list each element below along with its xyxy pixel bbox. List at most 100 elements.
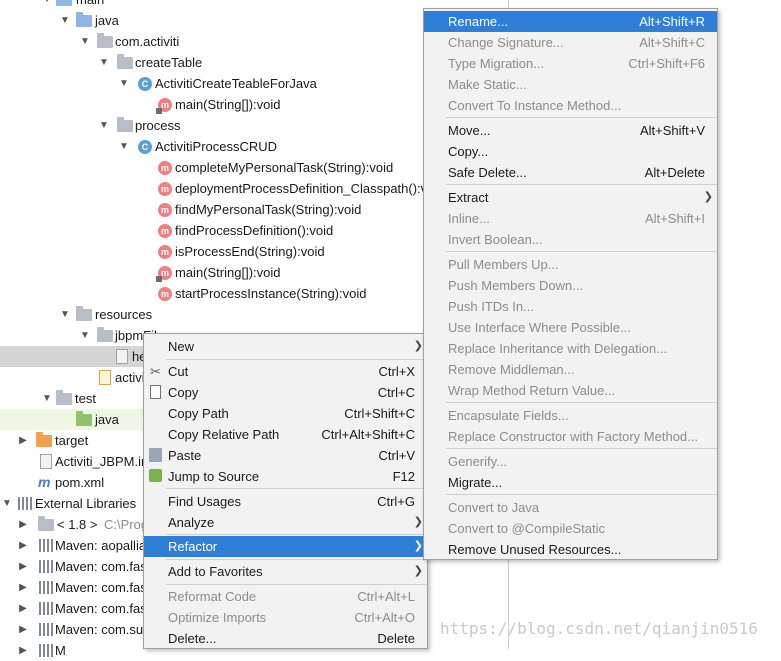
chevron-right-icon[interactable]: ▶ (16, 619, 30, 640)
menu-item-change-signature[interactable]: Change Signature... Alt+Shift+C (424, 32, 717, 53)
tree-label: createTable (135, 55, 203, 70)
chevron-down-icon[interactable]: ▼ (97, 52, 111, 73)
menu-separator (166, 359, 427, 360)
tree-node-method[interactable]: m main(String[]):void (0, 94, 430, 115)
package-icon (97, 33, 113, 48)
context-menu[interactable]: New ❯ ✂ Cut Ctrl+X Copy Ctrl+C Copy Path… (143, 333, 428, 649)
menu-item-jump-to-source[interactable]: Jump to Source F12 (144, 466, 427, 487)
menu-item-new[interactable]: New ❯ (144, 336, 427, 357)
chevron-right-icon[interactable]: ▶ (16, 514, 30, 535)
menu-item-label: Rename... (448, 14, 508, 29)
menu-item-label: Copy... (448, 144, 489, 159)
chevron-down-icon[interactable]: ▼ (58, 10, 72, 31)
menu-item-label: Convert To Instance Method... (448, 98, 622, 113)
tree-node-main[interactable]: ▼ main (0, 0, 430, 10)
menu-item-copy[interactable]: Copy... (424, 141, 717, 162)
menu-item-pull-members-up[interactable]: Pull Members Up... (424, 254, 717, 275)
chevron-down-icon[interactable]: ▼ (117, 73, 131, 94)
tree-node-createtable[interactable]: ▼ createTable (0, 52, 430, 73)
tree-node-process[interactable]: ▼ process (0, 115, 430, 136)
menu-item-find-usages[interactable]: Find Usages Ctrl+G (144, 491, 427, 512)
tree-label: resources (95, 307, 153, 322)
menu-item-remove-unused-resources[interactable]: Remove Unused Resources... (424, 539, 717, 560)
tree-label: M (55, 643, 66, 658)
tree-node-method[interactable]: m isProcessEnd(String):void (0, 241, 430, 262)
menu-item-convert-to-java[interactable]: Convert to Java (424, 497, 717, 518)
chevron-right-icon[interactable]: ▶ (16, 430, 30, 451)
chevron-right-icon[interactable]: ▶ (16, 535, 30, 556)
menu-item-push-members-down[interactable]: Push Members Down... (424, 275, 717, 296)
menu-separator (166, 559, 427, 560)
menu-item-add-to-favorites[interactable]: Add to Favorites ❯ (144, 561, 427, 582)
menu-item-convert-to-instance[interactable]: Convert To Instance Method... (424, 95, 717, 116)
file-icon (116, 349, 128, 364)
menu-item-optimize-imports[interactable]: Optimize Imports Ctrl+Alt+O (144, 607, 427, 628)
tree-label: Maven: com.fas (55, 559, 147, 574)
chevron-down-icon[interactable]: ▼ (40, 388, 54, 409)
menu-item-encapsulate-fields[interactable]: Encapsulate Fields... (424, 405, 717, 426)
menu-item-inline[interactable]: Inline... Alt+Shift+I (424, 208, 717, 229)
tree-node-method[interactable]: m completeMyPersonalTask(String):void (0, 157, 430, 178)
menu-item-copy-relative-path[interactable]: Copy Relative Path Ctrl+Alt+Shift+C (144, 424, 427, 445)
menu-item-move[interactable]: Move... Alt+Shift+V (424, 120, 717, 141)
menu-item-label: Analyze (168, 515, 215, 530)
shortcut-label: F12 (392, 469, 415, 484)
menu-item-analyze[interactable]: Analyze ❯ (144, 512, 427, 533)
shortcut-label: Alt+Shift+V (639, 123, 705, 138)
chevron-down-icon[interactable]: ▼ (117, 136, 131, 157)
menu-item-rename[interactable]: Rename... Alt+Shift+R (424, 11, 717, 32)
tree-node-java[interactable]: ▼ java (0, 10, 430, 31)
tree-node-class[interactable]: ▼ C ActivitiProcessCRUD (0, 136, 430, 157)
menu-item-make-static[interactable]: Make Static... (424, 74, 717, 95)
tree-node-method[interactable]: m findProcessDefinition():void (0, 220, 430, 241)
menu-item-type-migration[interactable]: Type Migration... Ctrl+Shift+F6 (424, 53, 717, 74)
tree-node-method[interactable]: m main(String[]):void (0, 262, 430, 283)
menu-item-replace-inheritance[interactable]: Replace Inheritance with Delegation... (424, 338, 717, 359)
tree-node-method[interactable]: m findMyPersonalTask(String):void (0, 199, 430, 220)
chevron-down-icon[interactable]: ▼ (58, 304, 72, 325)
menu-item-invert-boolean[interactable]: Invert Boolean... (424, 229, 717, 250)
menu-item-extract[interactable]: Extract ❯ (424, 187, 717, 208)
menu-item-safe-delete[interactable]: Safe Delete... Alt+Delete (424, 162, 717, 183)
menu-item-label: Add to Favorites (168, 564, 263, 579)
chevron-down-icon[interactable]: ▼ (78, 31, 92, 52)
menu-item-refactor[interactable]: Refactor ❯ (144, 536, 427, 557)
menu-item-replace-constructor[interactable]: Replace Constructor with Factory Method.… (424, 426, 717, 447)
tree-node-resources[interactable]: ▼ resources (0, 304, 430, 325)
menu-item-cut[interactable]: ✂ Cut Ctrl+X (144, 361, 427, 382)
chevron-right-icon[interactable]: ▶ (16, 640, 30, 661)
chevron-right-icon[interactable]: ▶ (16, 556, 30, 577)
chevron-down-icon[interactable]: ▼ (78, 325, 92, 346)
chevron-right-icon[interactable]: ▶ (16, 577, 30, 598)
package-icon (117, 54, 133, 69)
menu-item-paste[interactable]: Paste Ctrl+V (144, 445, 427, 466)
menu-item-label: Safe Delete... (448, 165, 527, 180)
chevron-right-icon[interactable]: ▶ (16, 598, 30, 619)
menu-item-push-itds-in[interactable]: Push ITDs In... (424, 296, 717, 317)
tree-node-com-activiti[interactable]: ▼ com.activiti (0, 31, 430, 52)
chevron-down-icon[interactable]: ▼ (40, 0, 54, 10)
menu-item-use-interface[interactable]: Use Interface Where Possible... (424, 317, 717, 338)
menu-item-delete[interactable]: Delete... Delete (144, 628, 427, 649)
tree-node-method[interactable]: m startProcessInstance(String):void (0, 283, 430, 304)
menu-item-reformat-code[interactable]: Reformat Code Ctrl+Alt+L (144, 586, 427, 607)
menu-item-copy[interactable]: Copy Ctrl+C (144, 382, 427, 403)
folder-icon (76, 306, 92, 321)
menu-item-convert-compile-static[interactable]: Convert to @CompileStatic (424, 518, 717, 539)
menu-item-migrate[interactable]: Migrate... (424, 472, 717, 493)
tree-label: main (76, 0, 104, 10)
chevron-down-icon[interactable]: ▼ (0, 493, 14, 514)
tree-node-method[interactable]: m deploymentProcessDefinition_Classpath(… (0, 178, 430, 199)
menu-item-copy-path[interactable]: Copy Path Ctrl+Shift+C (144, 403, 427, 424)
menu-item-remove-middleman[interactable]: Remove Middleman... (424, 359, 717, 380)
refactor-submenu[interactable]: Rename... Alt+Shift+R Change Signature..… (423, 8, 718, 560)
menu-item-wrap-return-value[interactable]: Wrap Method Return Value... (424, 380, 717, 401)
menu-item-generify[interactable]: Generify... (424, 451, 717, 472)
menu-item-label: Pull Members Up... (448, 257, 559, 272)
chevron-down-icon[interactable]: ▼ (97, 115, 111, 136)
tree-node-class[interactable]: ▼ C ActivitiCreateTeableForJava (0, 73, 430, 94)
menu-item-label: Encapsulate Fields... (448, 408, 569, 423)
menu-item-label: Invert Boolean... (448, 232, 543, 247)
menu-item-label: Find Usages (168, 494, 241, 509)
library-icon (39, 560, 53, 573)
